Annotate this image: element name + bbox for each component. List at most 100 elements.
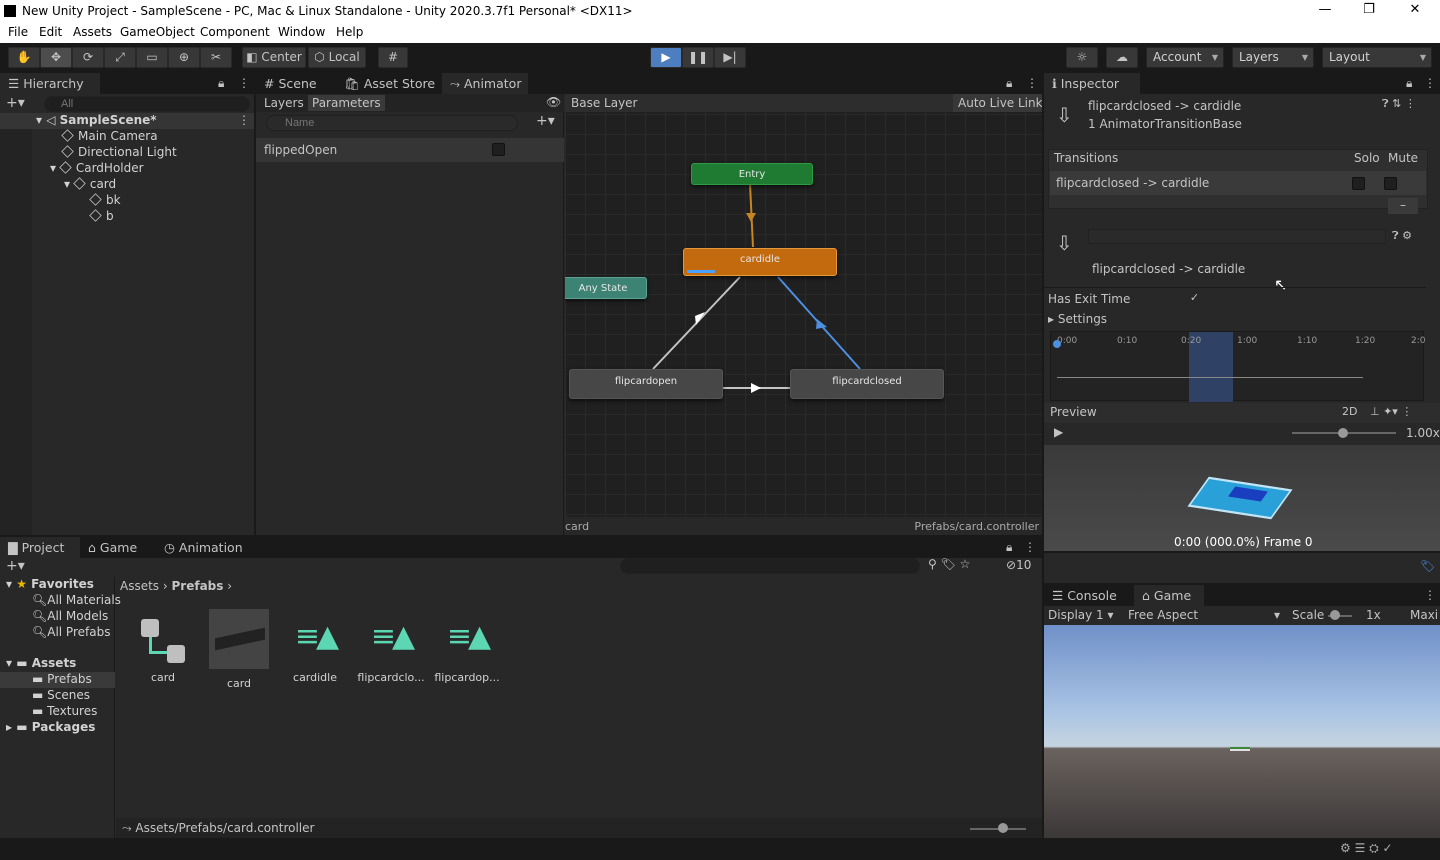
menu-window[interactable]: Window — [278, 25, 325, 39]
preview-play-button[interactable]: ▶ — [1054, 425, 1063, 439]
settings-foldout[interactable]: ▸ Settings — [1048, 312, 1107, 326]
icon-size-slider[interactable] — [998, 823, 1008, 833]
rotate-tool-icon[interactable]: ⟳ — [72, 47, 104, 68]
filter-by-type-icon[interactable]: ⚲ 🏷︎ ☆ — [928, 557, 970, 571]
more-icon[interactable]: ⋮ — [1424, 76, 1436, 90]
eye-icon[interactable]: 👁︎ — [546, 95, 561, 109]
state-cardidle[interactable]: cardidle — [683, 248, 837, 276]
more-icon[interactable]: ⋮ — [1424, 588, 1436, 602]
asset-flipcardopen[interactable]: ≡▲ flipcardop... — [432, 609, 502, 684]
scene-root[interactable]: ▾ ◁ SampleScene* — [36, 113, 157, 127]
state-flipcardclosed[interactable]: flipcardclosed — [790, 369, 944, 399]
maximize-button[interactable]: ❐ — [1354, 2, 1384, 20]
help-icon[interactable]: ❓︎ ⇅ ⋮ — [1382, 97, 1416, 111]
transition-name-field[interactable] — [1088, 229, 1386, 244]
tab-game[interactable]: ⌂ Game — [1134, 585, 1204, 606]
state-any[interactable]: Any State — [565, 277, 647, 299]
state-graph[interactable]: Base Layer Auto Live Link Entry cardidle… — [565, 94, 1042, 535]
more-icon[interactable]: ⋮ — [238, 76, 250, 90]
breadcrumb-assets[interactable]: Assets — [120, 579, 159, 593]
play-button[interactable]: ▶ — [650, 47, 682, 68]
mute-checkbox[interactable] — [1384, 177, 1397, 190]
state-flipcardopen[interactable]: flipcardopen — [569, 369, 723, 399]
asset-card-controller[interactable]: card — [128, 609, 198, 684]
tree-item-b[interactable]: b — [89, 209, 114, 223]
transition-timeline[interactable]: 0:00 0:10 0:20 1:00 1:10 1:20 2:0 — [1050, 331, 1425, 402]
timeline-playhead[interactable] — [1053, 340, 1061, 348]
maximize-on-play-toggle[interactable]: Maxi — [1410, 608, 1438, 622]
has-exit-time-checkbox[interactable]: ✓ — [1188, 291, 1201, 304]
status-icons[interactable]: ⚙ ☰ ⛭ ✓ — [1340, 841, 1393, 856]
pause-button[interactable]: ❚❚ — [682, 47, 714, 68]
tab-asset-store[interactable]: 🛍︎ Asset Store — [336, 73, 440, 94]
packages-foldout[interactable]: ▸ ▬ Packages — [6, 720, 95, 734]
solo-checkbox[interactable] — [1352, 177, 1365, 190]
menu-help[interactable]: Help — [336, 25, 363, 39]
tab-scene[interactable]: # Scene — [256, 73, 336, 94]
cloud-icon[interactable]: ☁ — [1106, 47, 1138, 68]
tree-item-directional-light[interactable]: Directional Light — [61, 145, 177, 159]
folder-item[interactable]: ▬ Textures — [32, 704, 97, 718]
create-asset-button[interactable]: +▾ — [6, 558, 25, 574]
account-dropdown[interactable]: Account — [1146, 47, 1224, 68]
step-button[interactable]: ▶| — [714, 47, 746, 68]
more-icon[interactable]: ⋮ — [1026, 76, 1038, 90]
tab-project[interactable]: ▇ Project — [0, 537, 80, 558]
add-parameter-button[interactable]: +▾ — [536, 113, 555, 129]
tree-item-main-camera[interactable]: Main Camera — [61, 129, 158, 143]
rect-tool-icon[interactable]: ▭ — [136, 47, 168, 68]
lock-icon[interactable]: 🔒︎ — [1406, 76, 1412, 91]
custom-tool-icon[interactable]: ✂ — [200, 47, 232, 68]
grid-snap-icon[interactable]: # — [378, 47, 408, 68]
tab-animator[interactable]: ⤳ Animator — [442, 73, 528, 94]
menu-edit[interactable]: Edit — [39, 25, 62, 39]
asset-flipcardclosed[interactable]: ≡▲ flipcardclo... — [356, 609, 426, 684]
tab-console[interactable]: ☰ Console — [1044, 585, 1132, 606]
add-object-button[interactable]: +▾ — [6, 95, 25, 111]
aspect-dropdown[interactable]: Free Aspect ▾ — [1128, 608, 1286, 622]
menu-component[interactable]: Component — [200, 25, 270, 39]
tree-item-bk[interactable]: bk — [89, 193, 121, 207]
transform-tool-icon[interactable]: ⊕ — [168, 47, 200, 68]
lock-icon[interactable]: 🔒︎ — [218, 76, 224, 91]
menu-file[interactable]: File — [8, 25, 28, 39]
collab-icon[interactable]: ☼ — [1066, 47, 1098, 68]
assets-foldout[interactable]: ▾ ▬ Assets — [6, 656, 76, 670]
menu-assets[interactable]: Assets — [73, 25, 112, 39]
lock-icon[interactable]: 🔒︎ — [1006, 76, 1012, 91]
preview-2d-button[interactable]: 2D — [1342, 405, 1357, 418]
tab-hierarchy[interactable]: ☰ Hierarchy — [0, 73, 100, 94]
tab-inspector[interactable]: ℹ Inspector — [1044, 73, 1140, 94]
tab-game-bottom[interactable]: ⌂ Game — [80, 537, 156, 558]
asset-cardidle[interactable]: ≡▲ cardidle — [280, 609, 350, 684]
close-button[interactable]: ✕ — [1400, 2, 1430, 20]
favorite-item[interactable]: 🔍︎All Prefabs — [32, 625, 110, 639]
tree-item-cardholder[interactable]: ▾ CardHolder — [50, 161, 144, 175]
scale-slider[interactable] — [1330, 610, 1340, 620]
folder-item[interactable]: ▬ Scenes — [32, 688, 90, 702]
parameter-search-input[interactable] — [266, 115, 518, 131]
tab-animation[interactable]: ◷ Animation — [156, 537, 252, 558]
favorite-item[interactable]: 🔍︎All Models — [32, 609, 108, 623]
remove-transition-button[interactable]: – — [1388, 198, 1418, 214]
hierarchy-search-input[interactable] — [44, 96, 250, 112]
pivot-local-button[interactable]: ⬡ Local — [308, 47, 366, 68]
layers-dropdown[interactable]: Layers — [1232, 47, 1314, 68]
speed-slider[interactable] — [1338, 428, 1348, 438]
project-search-input[interactable] — [620, 558, 920, 574]
settings-gear-icon[interactable]: ❓︎ ⚙ — [1392, 229, 1412, 243]
tree-item-card[interactable]: ▾ card — [64, 177, 116, 191]
game-viewport[interactable] — [1044, 625, 1440, 838]
more-icon[interactable]: ⋮ — [1024, 540, 1036, 554]
breadcrumb-prefabs[interactable]: Prefabs — [172, 579, 224, 593]
hand-tool-icon[interactable]: ✋ — [8, 47, 40, 68]
layout-dropdown[interactable]: Layout — [1322, 47, 1432, 68]
minimize-button[interactable]: — — [1310, 2, 1340, 20]
tab-parameters[interactable]: Parameters — [308, 95, 385, 111]
pivot-icon[interactable]: ⊥ ✦▾ ⋮ — [1370, 405, 1412, 418]
preview-viewport[interactable]: 0:00 (000.0%) Frame 0 — [1044, 445, 1440, 551]
lock-icon[interactable]: 🔒︎ — [1006, 540, 1012, 555]
favorites-foldout[interactable]: ▾ ★ Favorites — [6, 577, 94, 591]
folder-item[interactable]: ▬ Prefabs — [32, 672, 92, 686]
hidden-packages-count[interactable]: ⊘10 — [1006, 558, 1031, 572]
